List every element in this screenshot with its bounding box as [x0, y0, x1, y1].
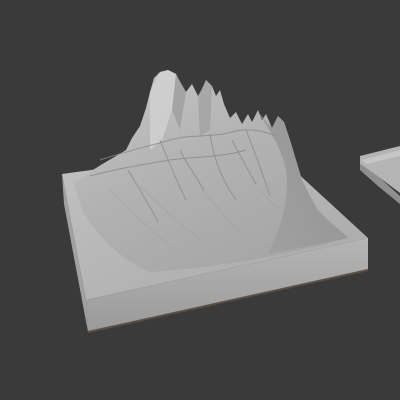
- 3d-viewport[interactable]: [0, 0, 400, 400]
- terrain-block-secondary[interactable]: [360, 146, 400, 204]
- viewport-canvas[interactable]: [0, 0, 400, 400]
- terrain-block[interactable]: [62, 70, 369, 333]
